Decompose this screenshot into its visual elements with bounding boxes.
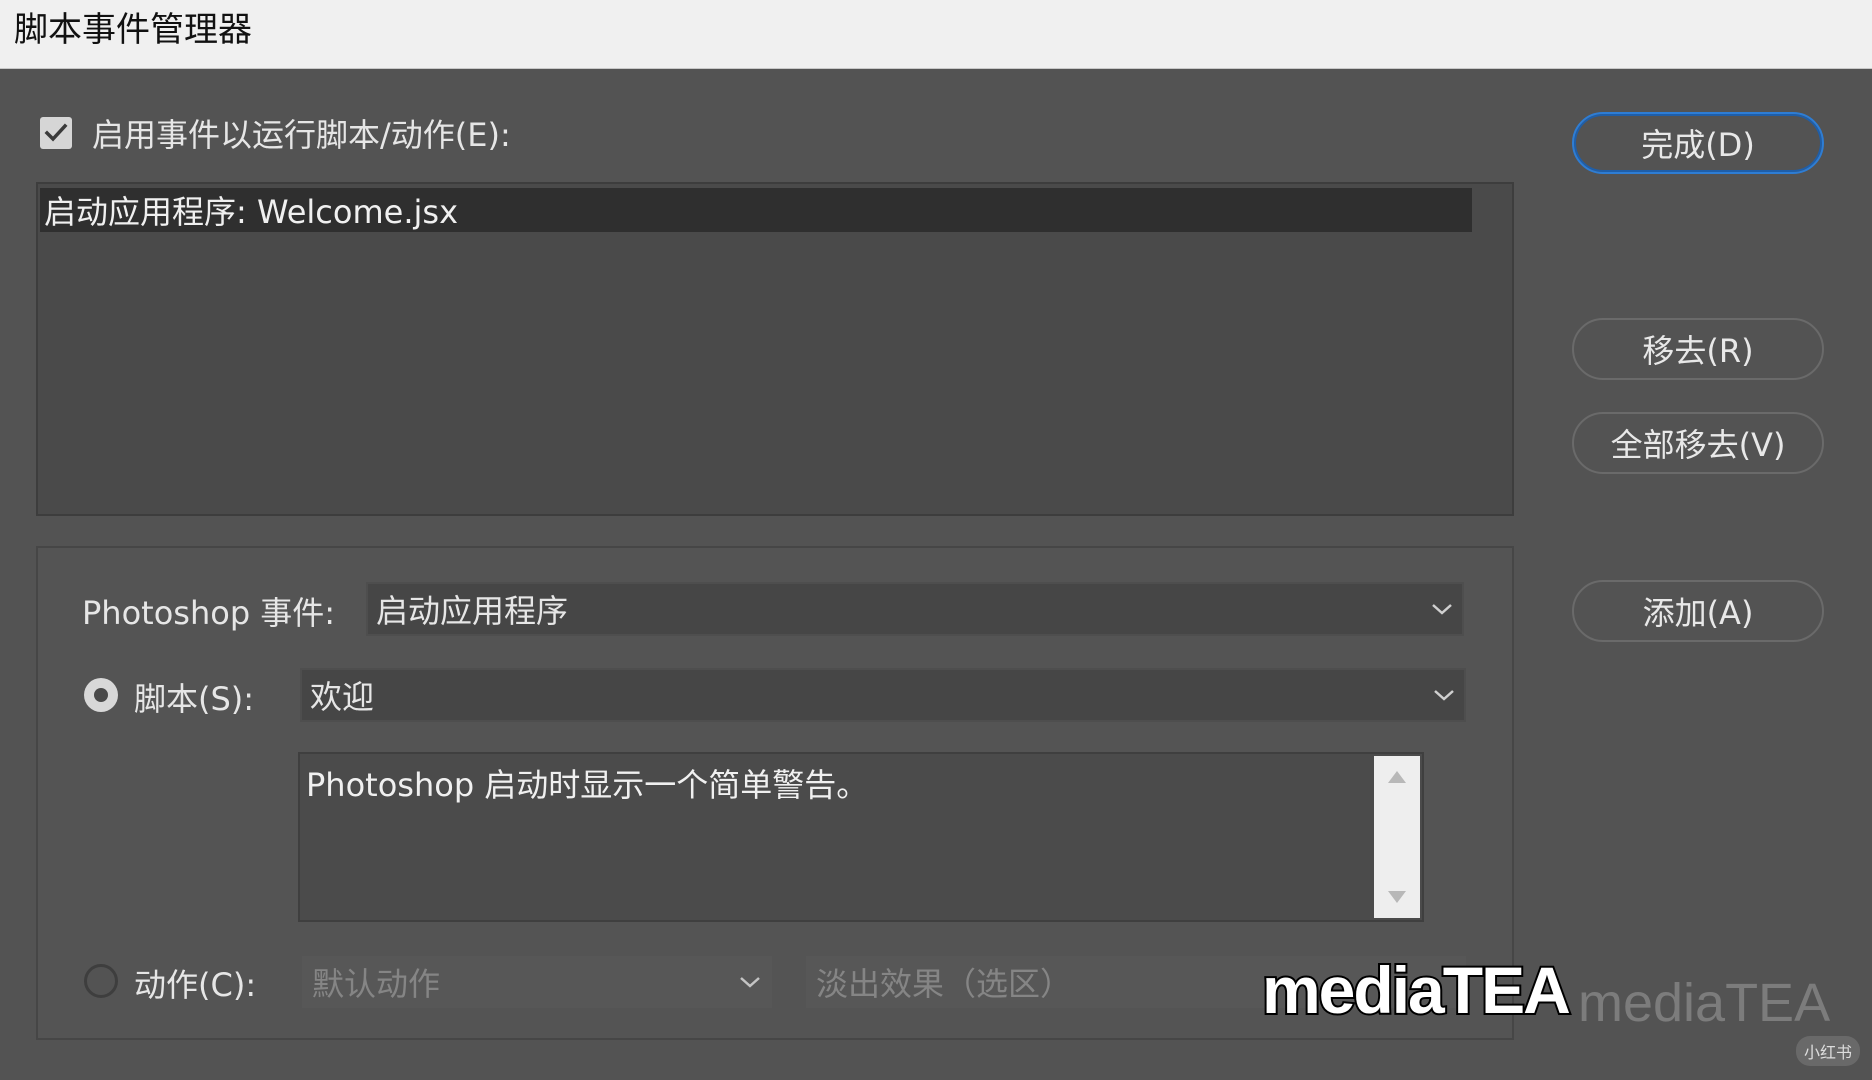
enable-events-label: 启用事件以运行脚本/动作(E):	[92, 116, 511, 154]
triangle-up-icon[interactable]	[1374, 770, 1420, 784]
title-bar: 脚本事件管理器	[0, 0, 1872, 69]
action-set-value: 默认动作	[312, 965, 441, 1003]
event-list[interactable]: 启动应用程序: Welcome.jsx	[36, 182, 1514, 516]
photoshop-event-value: 启动应用程序	[376, 592, 569, 630]
watermark-badge: 小红书	[1796, 1036, 1860, 1066]
event-list-item-label: 启动应用程序: Welcome.jsx	[44, 193, 459, 231]
chevron-down-icon	[1424, 670, 1464, 720]
chevron-down-icon	[730, 958, 770, 1006]
add-button[interactable]: 添加(A)	[1572, 580, 1824, 642]
script-description-box[interactable]: Photoshop 启动时显示一个简单警告。	[298, 752, 1424, 922]
triangle-down-icon[interactable]	[1374, 890, 1420, 904]
check-icon	[44, 123, 68, 142]
action-label: 动作(C):	[134, 966, 257, 1004]
watermark-faint: mediaTEA	[1578, 973, 1831, 1033]
description-scrollbar[interactable]	[1374, 756, 1420, 918]
action-radio[interactable]	[84, 964, 118, 998]
remove-all-button[interactable]: 全部移去(V)	[1572, 412, 1824, 474]
script-label: 脚本(S):	[134, 680, 255, 718]
remove-button[interactable]: 移去(R)	[1572, 318, 1824, 380]
window-title: 脚本事件管理器	[14, 10, 252, 50]
done-button[interactable]: 完成(D)	[1572, 112, 1824, 174]
action-set-select[interactable]: 默认动作	[302, 956, 772, 1008]
event-list-item[interactable]: 启动应用程序: Welcome.jsx	[40, 188, 1472, 232]
script-description: Photoshop 启动时显示一个简单警告。	[306, 766, 869, 804]
photoshop-event-select[interactable]: 启动应用程序	[366, 582, 1464, 636]
enable-events-checkbox[interactable]	[40, 117, 72, 149]
photoshop-event-label: Photoshop 事件:	[82, 594, 336, 632]
enable-events-row[interactable]: 启用事件以运行脚本/动作(E):	[40, 112, 511, 154]
watermark-bold: mediaTEA	[1260, 951, 1573, 1029]
script-value: 欢迎	[310, 678, 375, 716]
chevron-down-icon	[1422, 584, 1462, 634]
script-select[interactable]: 欢迎	[300, 668, 1466, 722]
script-radio[interactable]	[84, 678, 118, 712]
